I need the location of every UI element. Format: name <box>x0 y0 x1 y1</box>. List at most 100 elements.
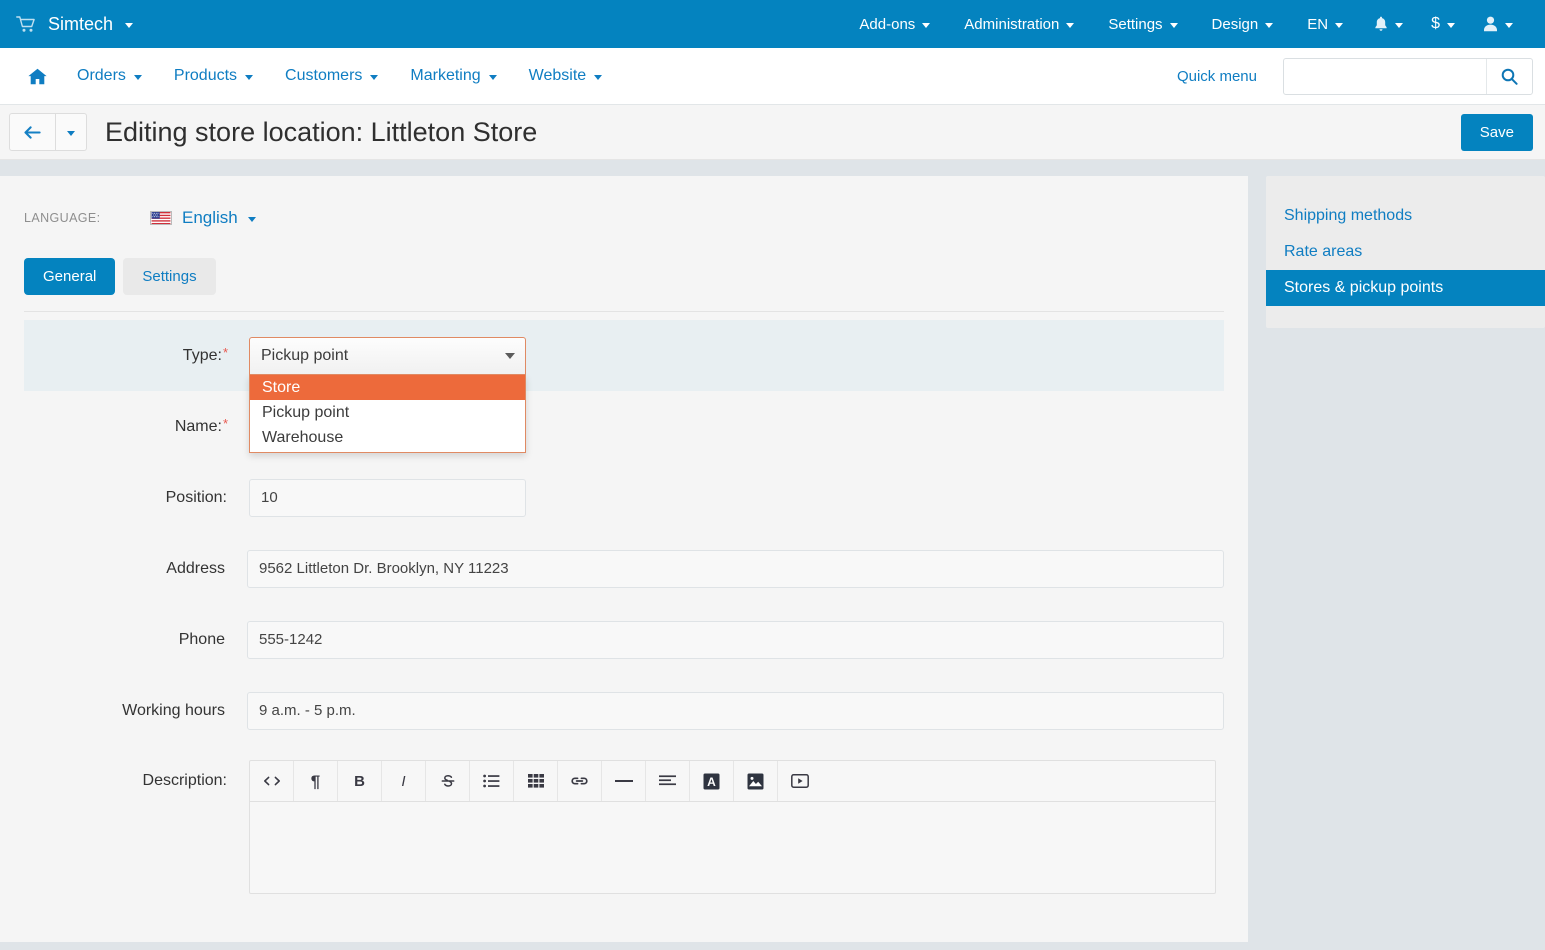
type-select-dropdown: Store Pickup point Warehouse <box>249 374 526 453</box>
search-input[interactable] <box>1284 58 1486 94</box>
position-input[interactable]: 10 <box>249 478 526 517</box>
chevron-down-icon <box>125 22 134 28</box>
save-button[interactable]: Save <box>1460 113 1533 151</box>
svg-text:A: A <box>707 775 716 789</box>
topbar-item-administration[interactable]: Administration <box>947 16 1091 33</box>
user-account-button[interactable] <box>1469 16 1527 32</box>
nav-item-label: Customers <box>285 67 363 84</box>
type-select-value: Pickup point <box>261 346 349 364</box>
horizontal-rule-icon[interactable] <box>602 761 646 801</box>
chevron-down-icon <box>1335 22 1344 28</box>
arrow-left-icon <box>24 125 41 140</box>
chevron-down-icon <box>245 74 254 80</box>
search-box <box>1283 57 1533 95</box>
type-option-warehouse[interactable]: Warehouse <box>250 425 525 450</box>
topbar-item-label: EN <box>1307 15 1329 33</box>
topbar-item-addons[interactable]: Add-ons <box>842 16 947 33</box>
description-control: ¶ B I A <box>249 760 1224 894</box>
nav-item-marketing[interactable]: Marketing <box>394 67 512 85</box>
topbar-item-label: Design <box>1211 15 1259 33</box>
type-option-pickup-point[interactable]: Pickup point <box>250 400 525 425</box>
topbar-item-label: Administration <box>964 15 1060 33</box>
form-row-address: Address 9562 Littleton Dr. Brooklyn, NY … <box>24 533 1224 604</box>
nav-item-website[interactable]: Website <box>513 67 619 85</box>
unordered-list-icon[interactable] <box>470 761 514 801</box>
source-code-icon[interactable] <box>250 761 294 801</box>
us-flag-icon <box>150 211 172 225</box>
required-marker: * <box>222 415 228 431</box>
nav-item-label: Orders <box>77 67 126 84</box>
chevron-down-icon <box>133 74 142 80</box>
align-left-icon[interactable] <box>646 761 690 801</box>
description-textarea[interactable] <box>249 802 1216 894</box>
back-dropdown-button[interactable] <box>56 113 87 151</box>
cart-icon <box>16 15 36 33</box>
main-content-card: LANGUAGE: English General Settings Type:… <box>0 176 1248 942</box>
form-row-type: Type:* Pickup point Store Pickup point W… <box>24 320 1224 453</box>
table-icon[interactable] <box>514 761 558 801</box>
back-button-group <box>9 113 87 151</box>
type-select[interactable]: Pickup point <box>249 336 526 375</box>
page-header: Editing store location: Littleton Store … <box>0 105 1545 160</box>
currency-button[interactable]: $ <box>1417 16 1469 32</box>
paragraph-icon[interactable]: ¶ <box>294 761 338 801</box>
form-row-phone: Phone 555-1242 <box>24 604 1224 675</box>
address-label: Address <box>166 559 225 577</box>
tab-general[interactable]: General <box>24 258 116 295</box>
language-selector[interactable]: English <box>150 208 256 228</box>
sidebar-item-stores-pickup-points[interactable]: Stores & pickup points <box>1266 270 1545 306</box>
type-option-store[interactable]: Store <box>250 374 525 400</box>
nav-item-products[interactable]: Products <box>158 67 269 85</box>
chevron-down-icon <box>488 74 497 80</box>
description-label: Description: <box>142 772 227 789</box>
top-bar: Simtech Add-ons Administration Settings … <box>0 0 1545 48</box>
nav-item-orders[interactable]: Orders <box>61 67 158 85</box>
chevron-down-icon <box>370 74 379 80</box>
brand-menu[interactable]: Simtech <box>16 14 134 35</box>
link-icon[interactable] <box>558 761 602 801</box>
back-button[interactable] <box>9 113 56 151</box>
quick-menu-link[interactable]: Quick menu <box>1177 68 1257 85</box>
type-label-text: Type: <box>182 346 222 364</box>
topbar-item-label: Settings <box>1108 15 1163 33</box>
bold-icon[interactable]: B <box>338 761 382 801</box>
nav-item-label: Marketing <box>410 67 481 84</box>
image-icon[interactable] <box>734 761 778 801</box>
notifications-button[interactable] <box>1360 16 1417 32</box>
sidebar-item-rate-areas[interactable]: Rate areas <box>1266 234 1545 270</box>
nav-item-customers[interactable]: Customers <box>269 67 394 85</box>
type-label: Type:* <box>24 345 249 365</box>
text-color-icon[interactable]: A <box>690 761 734 801</box>
video-icon[interactable] <box>778 761 822 801</box>
name-label-text: Name: <box>174 417 222 435</box>
home-button[interactable] <box>14 68 61 85</box>
search-button[interactable] <box>1486 58 1532 94</box>
chevron-down-icon <box>1395 22 1404 28</box>
chevron-down-icon <box>1066 22 1075 28</box>
page-title: Editing store location: Littleton Store <box>105 116 538 147</box>
page-body: LANGUAGE: English General Settings Type:… <box>0 160 1545 950</box>
working-hours-input[interactable]: 9 a.m. - 5 p.m. <box>247 691 1224 730</box>
type-control: Pickup point Store Pickup point Warehous… <box>249 336 1224 453</box>
phone-label: Phone <box>178 630 225 648</box>
topbar-item-settings[interactable]: Settings <box>1091 16 1194 33</box>
topbar-item-language[interactable]: EN <box>1290 16 1360 33</box>
form-row-description: Description: ¶ B I A <box>24 746 1224 894</box>
italic-icon[interactable]: I <box>382 761 426 801</box>
form-row-working-hours: Working hours 9 a.m. - 5 p.m. <box>24 675 1224 746</box>
address-input[interactable]: 9562 Littleton Dr. Brooklyn, NY 11223 <box>247 549 1224 588</box>
strikethrough-icon[interactable] <box>426 761 470 801</box>
phone-control: 555-1242 <box>247 620 1224 659</box>
store-location-form: Type:* Pickup point Store Pickup point W… <box>24 312 1224 894</box>
chevron-down-icon <box>1265 22 1274 28</box>
sidebar-item-shipping-methods[interactable]: Shipping methods <box>1266 198 1545 234</box>
currency-icon: $ <box>1431 15 1440 32</box>
working-hours-control: 9 a.m. - 5 p.m. <box>247 691 1224 730</box>
tab-settings[interactable]: Settings <box>123 258 216 295</box>
topbar-menu: Add-ons Administration Settings Design E… <box>842 16 1527 33</box>
topbar-item-design[interactable]: Design <box>1195 16 1291 33</box>
phone-input[interactable]: 555-1242 <box>247 620 1224 659</box>
address-control: 9562 Littleton Dr. Brooklyn, NY 11223 <box>247 549 1224 588</box>
topbar-item-label: Add-ons <box>859 15 916 33</box>
language-row: LANGUAGE: English <box>24 202 1224 228</box>
